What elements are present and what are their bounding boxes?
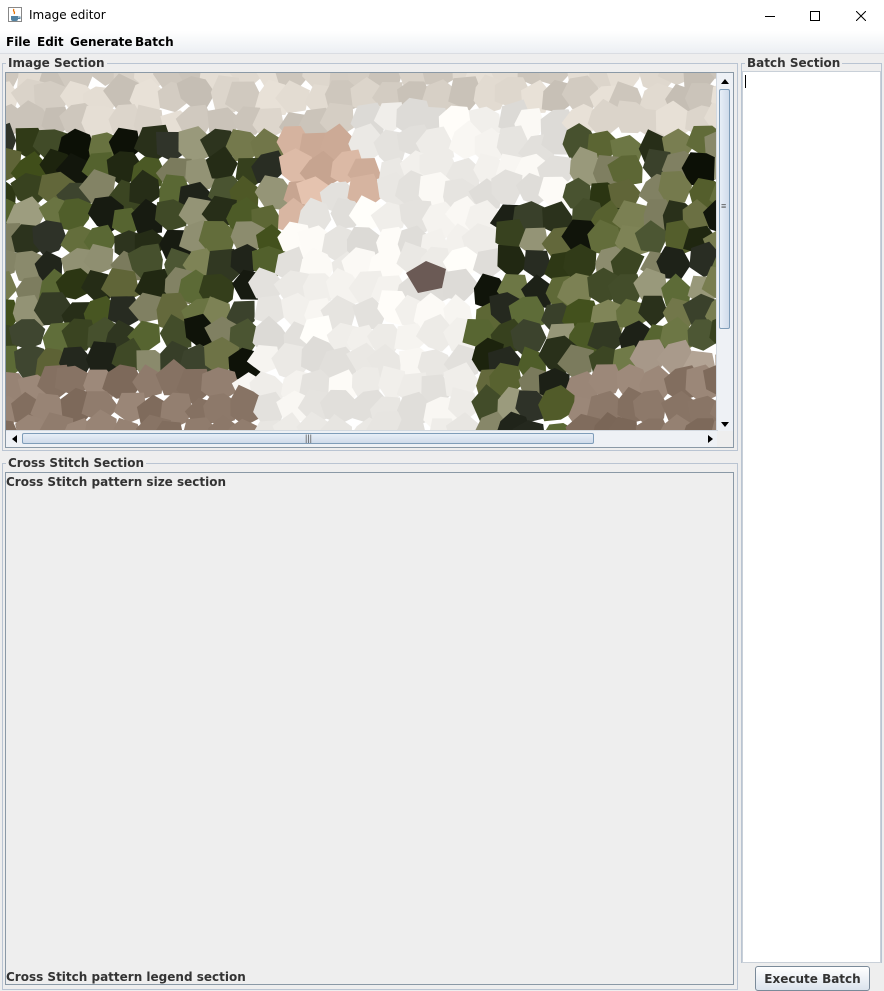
vertical-scrollbar[interactable]: ≡: [716, 73, 733, 432]
vertical-scroll-thumb[interactable]: ≡: [719, 89, 730, 329]
cross-stitch-section-title: Cross Stitch Section: [6, 456, 147, 470]
scroll-corner: [717, 431, 733, 447]
minimize-icon: [765, 15, 775, 17]
grip-icon: |||: [305, 433, 313, 443]
menu-batch[interactable]: Batch: [135, 35, 174, 49]
image-viewport: [6, 73, 718, 432]
scroll-right-button[interactable]: [702, 431, 718, 447]
text-caret: [745, 75, 746, 88]
image-section-title: Image Section: [6, 56, 107, 70]
cross-stitch-content: Cross Stitch pattern size section Cross …: [5, 472, 734, 985]
minimize-button[interactable]: [747, 0, 793, 31]
execute-batch-button[interactable]: Execute Batch: [755, 966, 870, 991]
horizontal-scrollbar[interactable]: |||: [6, 430, 718, 447]
maximize-button[interactable]: [792, 0, 838, 31]
arrow-left-icon: [11, 435, 17, 443]
batch-text-area[interactable]: [742, 71, 881, 963]
scroll-up-button[interactable]: [717, 73, 733, 89]
batch-section-title: Batch Section: [745, 56, 843, 70]
close-button[interactable]: [838, 0, 884, 31]
arrow-up-icon: [721, 78, 729, 84]
arrow-down-icon: [721, 421, 729, 427]
maximize-icon: [810, 10, 820, 21]
mosaic-tile: [58, 198, 93, 233]
menu-edit[interactable]: Edit: [37, 35, 64, 49]
mosaic-photo: [6, 73, 718, 432]
mosaic-tile: [6, 271, 18, 302]
image-scroll-pane[interactable]: ≡ |||: [5, 72, 734, 448]
title-bar: Image editor: [0, 0, 884, 31]
menu-generate[interactable]: Generate: [70, 35, 133, 49]
mosaic-tile: [442, 268, 480, 301]
scroll-down-button[interactable]: [717, 416, 733, 432]
java-cup-icon: [8, 7, 22, 22]
horizontal-scroll-thumb[interactable]: |||: [22, 433, 594, 444]
pattern-legend-label: Cross Stitch pattern legend section: [6, 970, 246, 984]
menu-file[interactable]: File: [6, 35, 31, 49]
arrow-right-icon: [707, 435, 713, 443]
close-icon: [856, 10, 866, 21]
scroll-left-button[interactable]: [6, 431, 22, 447]
pattern-size-label: Cross Stitch pattern size section: [6, 475, 227, 489]
menu-bar: File Edit Generate Batch: [0, 31, 884, 54]
window-title: Image editor: [29, 8, 106, 22]
grip-icon: ≡: [721, 201, 727, 211]
